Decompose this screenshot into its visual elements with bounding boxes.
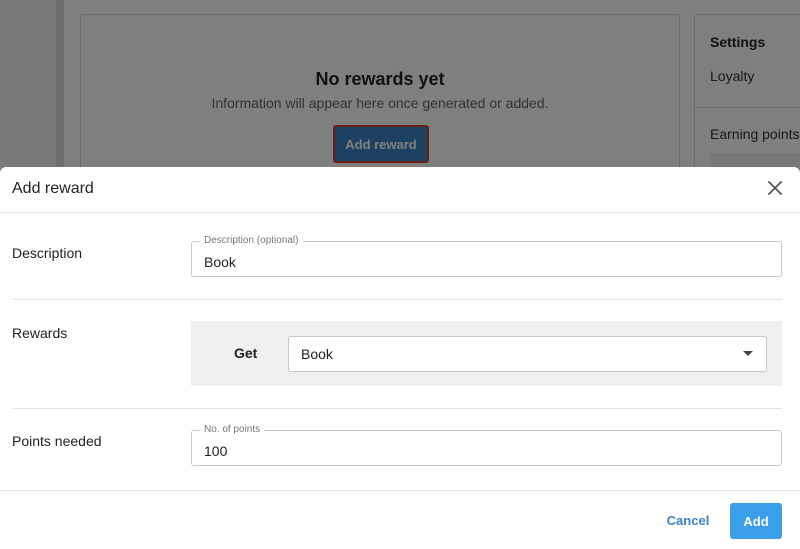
points-field: No. of points (191, 424, 782, 466)
modal-title: Add reward (12, 180, 94, 197)
reward-item-box: Get Book (191, 321, 782, 386)
rewards-row: Rewards Get Book (12, 300, 782, 408)
reward-select-value: Book (301, 346, 333, 362)
points-row-label: Points needed (12, 433, 102, 449)
reward-select[interactable]: Book (288, 336, 767, 372)
description-row-label: Description (12, 245, 83, 261)
description-row: Description Description (optional) (12, 213, 782, 299)
modal-footer: Cancel Add (0, 490, 800, 549)
caret-down-icon (743, 351, 753, 356)
description-input[interactable] (192, 242, 781, 276)
close-button[interactable] (764, 179, 786, 201)
points-input[interactable] (192, 431, 781, 465)
get-label: Get (234, 345, 258, 361)
close-icon (768, 180, 782, 200)
rewards-row-label: Rewards (12, 325, 68, 341)
add-reward-modal: Add reward Description Description (opti… (0, 167, 800, 549)
points-row: Points needed No. of points (12, 409, 782, 490)
modal-header: Add reward (0, 167, 800, 213)
description-field: Description (optional) (191, 235, 782, 277)
add-button[interactable]: Add (730, 503, 782, 539)
cancel-button[interactable]: Cancel (660, 507, 716, 533)
